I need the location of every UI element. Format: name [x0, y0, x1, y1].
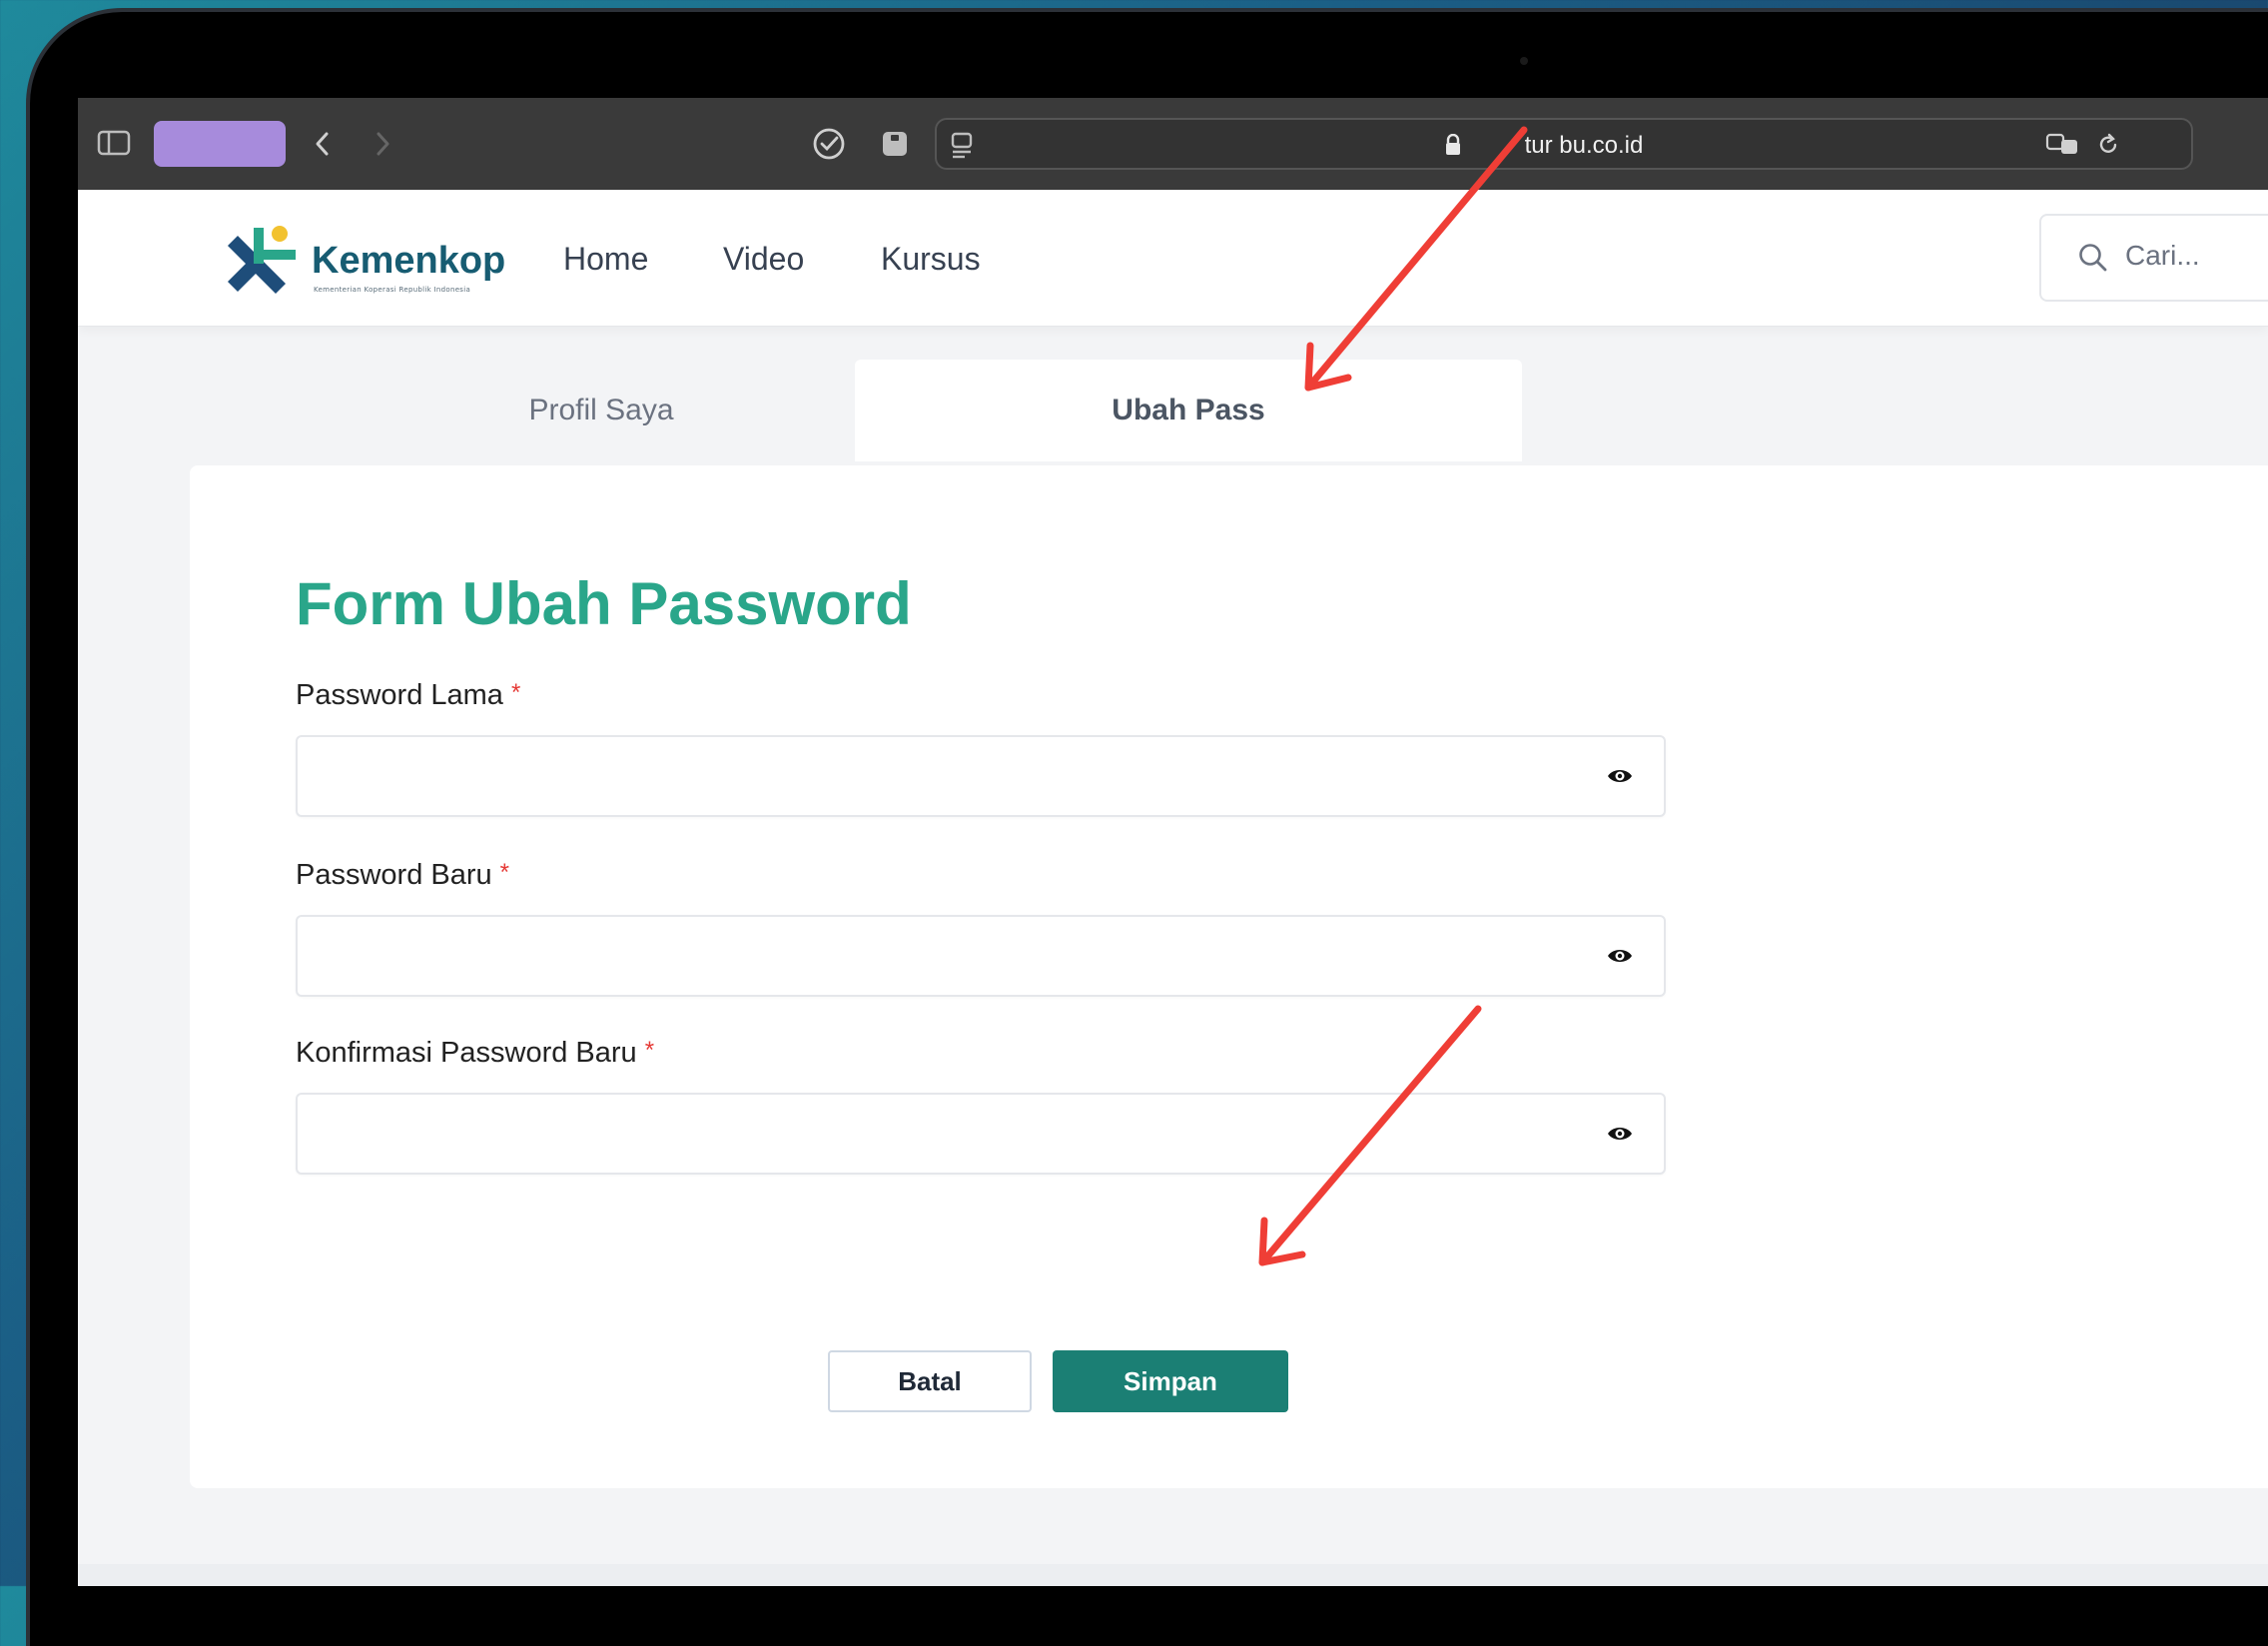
reader-icon[interactable] [947, 130, 977, 160]
kemenkop-logo-icon[interactable] [216, 220, 306, 310]
page-footer-strip [78, 1564, 2268, 1586]
required-mark: * [510, 679, 521, 706]
tab-profil-saya[interactable]: Profil Saya [268, 360, 935, 461]
field-label-password-lama: Password Lama * [296, 679, 521, 711]
tab-ubah-pass[interactable]: Ubah Pass [855, 360, 1522, 461]
eye-icon[interactable] [1606, 765, 1634, 787]
reload-icon[interactable] [2093, 130, 2123, 160]
browser-toolbar: tur bu.co.id [78, 98, 2268, 190]
forward-icon[interactable] [368, 128, 397, 160]
translate-icon[interactable] [2043, 130, 2083, 160]
batal-button[interactable]: Batal [828, 1350, 1032, 1412]
search-icon [2077, 242, 2111, 276]
nav-kursus[interactable]: Kursus [881, 241, 981, 278]
site-header: Kemenkop Kementerian Koperasi Republik I… [78, 190, 2268, 327]
sidebar-toggle-icon[interactable] [96, 128, 132, 158]
back-icon[interactable] [308, 128, 338, 160]
checkmark-circle-icon[interactable] [809, 124, 849, 164]
logo-subtitle: Kementerian Koperasi Republik Indonesia [314, 286, 471, 294]
form-title: Form Ubah Password [296, 570, 912, 637]
search-input[interactable]: Cari... [2039, 214, 2268, 302]
camera-dot [1520, 57, 1528, 65]
tab-group-pill[interactable] [154, 121, 286, 167]
search-placeholder: Cari... [2125, 240, 2200, 271]
field-label-password-baru: Password Baru * [296, 859, 509, 891]
url-text: tur bu.co.id [1524, 132, 1644, 159]
logo-text[interactable]: Kemenkop [312, 240, 505, 283]
password-form-card: Form Ubah Password Password Lama * Passwo… [190, 465, 2268, 1488]
password-baru-field[interactable] [296, 915, 1666, 997]
eye-icon[interactable] [1606, 1123, 1634, 1145]
address-bar[interactable]: tur bu.co.id [935, 118, 2193, 170]
simpan-button[interactable]: Simpan [1053, 1350, 1288, 1412]
required-mark: * [499, 859, 509, 886]
required-mark: * [644, 1037, 655, 1064]
field-label-konfirmasi-password: Konfirmasi Password Baru * [296, 1037, 655, 1069]
konfirmasi-password-field[interactable] [296, 1093, 1666, 1175]
password-lama-field[interactable] [296, 735, 1666, 817]
browser-screen: tur bu.co.id Kemenkop Kementerian Kopera… [78, 98, 2268, 1586]
extension-icon[interactable] [877, 126, 913, 162]
nav-home[interactable]: Home [563, 241, 648, 278]
eye-icon[interactable] [1606, 945, 1634, 967]
nav-video[interactable]: Video [723, 241, 804, 278]
